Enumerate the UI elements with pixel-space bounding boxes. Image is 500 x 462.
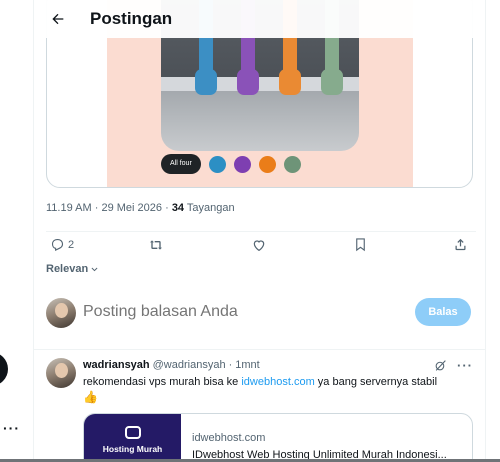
bookmark-action-button[interactable]	[353, 237, 368, 252]
reply-text: rekomendasi vps murah bisa ke idwebhost.…	[83, 376, 438, 404]
reply-sort-dropdown[interactable]: Relevan	[46, 263, 99, 275]
variant-all-chip: All four	[161, 154, 201, 174]
post-time[interactable]: 11.19 AM	[46, 202, 92, 214]
reply-header: wadriansyah @wadriansyah · 1mnt	[83, 359, 260, 371]
sort-label: Relevan	[46, 263, 89, 275]
post-actions: 2	[46, 231, 476, 257]
link-domain: idwebhost.com	[192, 432, 266, 444]
reply-post[interactable]: wadriansyah @wadriansyah · 1mnt ··· reko…	[34, 350, 485, 462]
like-action-button[interactable]	[251, 237, 267, 253]
author-name[interactable]: wadriansyah	[83, 359, 150, 371]
view-label: Tayangan	[186, 202, 235, 214]
hosting-logo-icon	[124, 426, 141, 439]
reply-submit-button[interactable]: Balas	[415, 298, 471, 326]
variant-orange-swatch	[258, 155, 276, 173]
post-meta: 11.19 AM · 29 Mei 2026 · 34 Tayangan	[46, 202, 235, 214]
link-preview-image: Hosting Murah	[84, 414, 181, 462]
main-column: All four Postingan 11.19 AM · 29 Mei 202…	[33, 0, 486, 462]
variant-blue-swatch	[208, 155, 226, 173]
account-avatar[interactable]	[0, 352, 8, 386]
arrow-left-icon	[52, 13, 64, 25]
share-icon	[455, 238, 466, 251]
reply-icon	[51, 238, 64, 252]
link-image-caption: Hosting Murah	[102, 444, 163, 454]
chevron-down-icon	[91, 267, 98, 271]
reply-count: 2	[68, 238, 75, 251]
repost-action-button[interactable]	[148, 237, 164, 253]
user-avatar[interactable]	[46, 298, 76, 328]
grok-icon[interactable]	[434, 359, 447, 372]
color-variant-selector: All four	[161, 154, 301, 174]
reply-tools: ···	[434, 358, 473, 373]
reply-action-button[interactable]: 2	[50, 237, 74, 252]
author-handle[interactable]: @wadriansyah	[153, 359, 226, 371]
back-button[interactable]	[40, 1, 76, 37]
share-action-button[interactable]	[453, 237, 468, 252]
reply-more-icon[interactable]: ···	[457, 358, 473, 373]
reply-composer: Balas	[34, 282, 485, 350]
variant-purple-swatch	[233, 155, 251, 173]
reply-link[interactable]: idwebhost.com	[241, 376, 314, 388]
heart-icon	[253, 240, 265, 252]
page-title: Postingan	[90, 9, 173, 28]
post-date[interactable]: 29 Mei 2026	[101, 202, 162, 214]
link-preview-card[interactable]: Hosting Murah idwebhost.com IDwebhost We…	[83, 413, 473, 462]
bookmark-icon	[356, 238, 365, 252]
thumbs-up-emoji: 👍	[83, 390, 98, 404]
reply-time[interactable]: 1mnt	[235, 359, 259, 371]
repost-icon	[150, 240, 162, 250]
view-count: 34	[171, 202, 185, 214]
reply-author-avatar[interactable]	[46, 358, 76, 388]
reply-input[interactable]	[83, 303, 383, 321]
header-bar: Postingan	[34, 0, 485, 38]
more-options-icon[interactable]: ···	[3, 420, 20, 436]
variant-green-swatch	[283, 155, 301, 173]
